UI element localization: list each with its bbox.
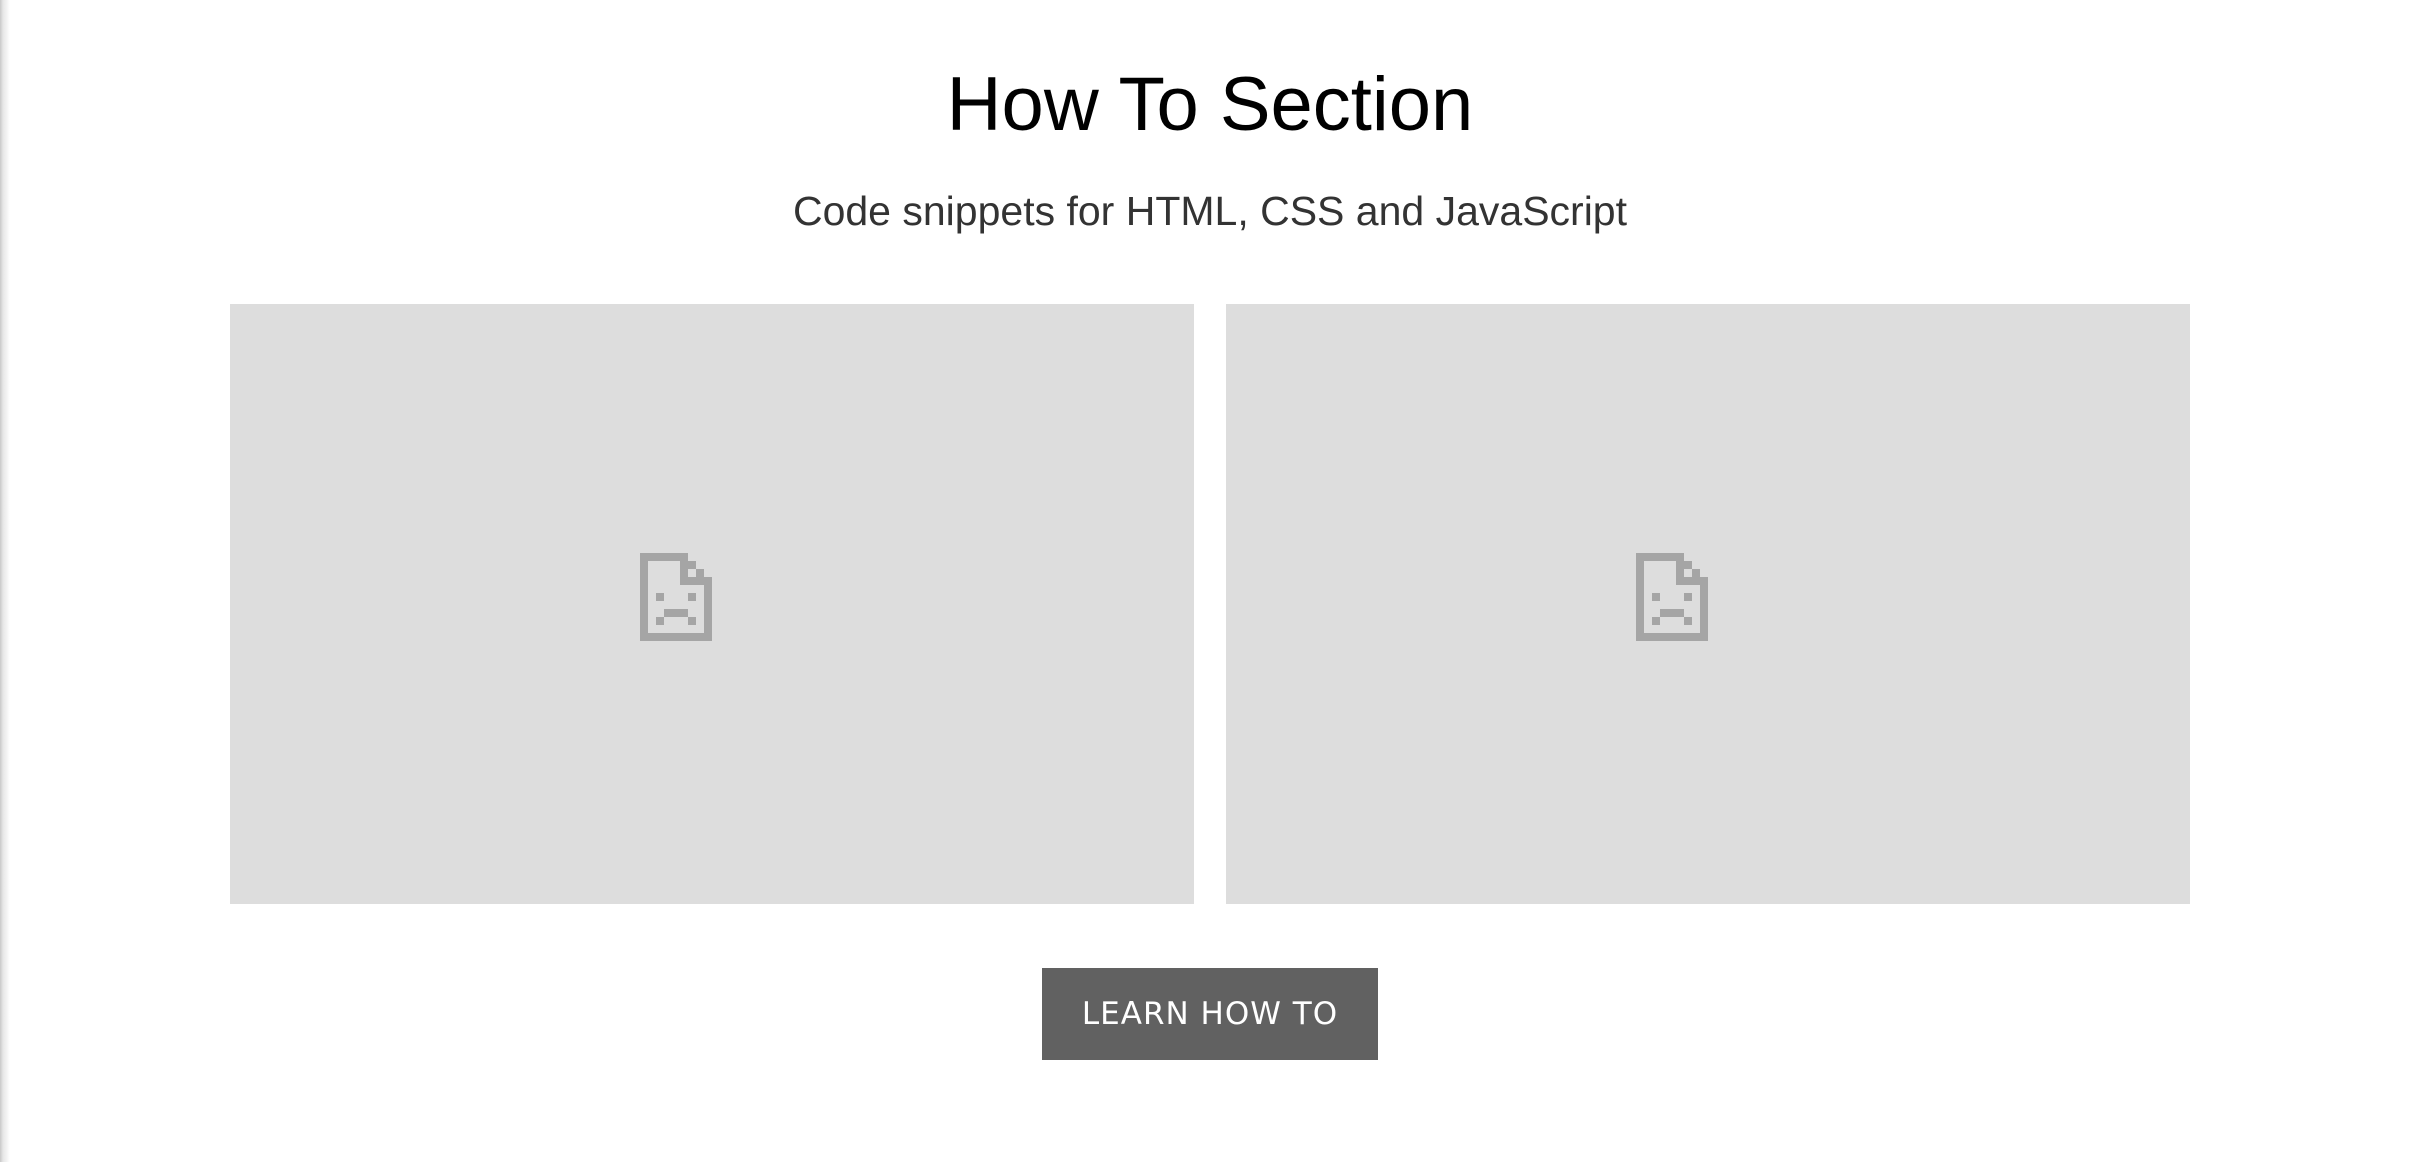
broken-image-icon xyxy=(1636,553,1708,641)
how-to-section: How To Section Code snippets for HTML, C… xyxy=(0,0,2420,1162)
image-placeholder-right xyxy=(1226,304,2190,904)
section-subtitle: Code snippets for HTML, CSS and JavaScri… xyxy=(792,188,1628,234)
section-title: How To Section xyxy=(946,62,1474,147)
image-placeholder-left xyxy=(230,304,1194,904)
broken-image-icon xyxy=(640,553,712,641)
learn-how-to-button[interactable]: LEARN HOW TO xyxy=(1042,968,1378,1060)
